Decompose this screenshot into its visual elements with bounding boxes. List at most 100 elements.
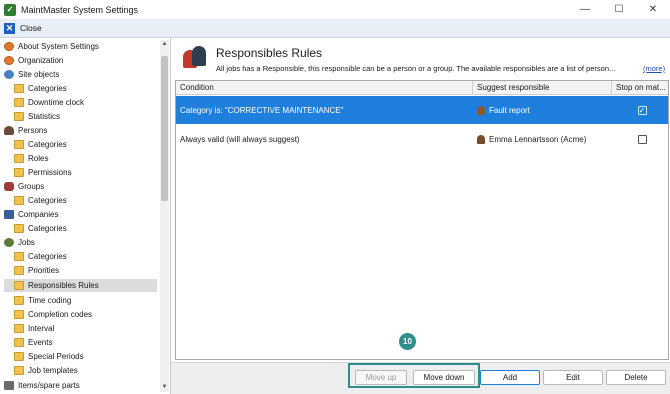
folder-icon [14,98,24,107]
tree-item-label: Site objects [18,70,60,79]
settings-tree: About System Settings Organization Site … [0,38,171,394]
column-header-condition[interactable]: Condition [176,81,473,95]
folder-icon [14,352,24,361]
page-title: Responsibles Rules [216,46,323,60]
stop-on-match-checkbox[interactable] [637,134,647,144]
tree-item-label: Events [28,338,53,347]
tree-item-persons-categories[interactable]: Categories [14,138,67,151]
tree-item-events[interactable]: Events [14,336,52,349]
add-button[interactable]: Add [480,370,540,385]
tree-item-label: Categories [28,224,67,233]
tree-item-label: Special Periods [28,352,84,361]
tree-item-label: Responsibles Rules [28,281,99,290]
tree-item-downtime-clock[interactable]: Downtime clock [14,96,84,109]
rules-grid: Condition Suggest responsible Stop on ma… [175,80,669,360]
tree-item-interval[interactable]: Interval [14,322,54,335]
tree-item-label: Jobs [18,238,35,247]
folder-icon [14,296,24,305]
tree-item-statistics[interactable]: Statistics [14,110,60,123]
tree-item-permissions[interactable]: Permissions [14,166,72,179]
delete-button[interactable]: Delete [606,370,666,385]
scrollbar-thumb[interactable] [161,56,168,201]
main-panel: Responsibles Rules All jobs has a Respon… [171,38,670,394]
condition-cell: Always valid (will always suggest) [180,134,300,144]
button-bar: Move up Move down Add Edit Delete [171,362,670,394]
tree-item-about[interactable]: About System Settings [4,40,99,53]
tree-item-roles[interactable]: Roles [14,152,48,165]
maximize-button[interactable]: ☐ [602,0,636,19]
folder-icon [14,310,24,319]
tree-item-jobs-categories[interactable]: Categories [14,250,67,263]
edit-button[interactable]: Edit [543,370,603,385]
responsible-cell: Fault report [473,96,612,124]
tree-item-label: Categories [28,196,67,205]
column-header-suggest-responsible[interactable]: Suggest responsible [473,81,612,95]
step-number-badge: 10 [399,333,416,350]
stop-cell: ✓ [612,96,668,124]
responsible-cell: Emma Lennartsson (Acme) [473,125,612,153]
folder-icon [14,338,24,347]
tree-item-priorities[interactable]: Priorities [14,264,59,277]
tree-item-time-coding[interactable]: Time coding [14,294,71,307]
grid-header: Condition Suggest responsible Stop on ma… [176,81,668,95]
tree-item-label: Categories [28,140,67,149]
app-logo-icon: ✓ [4,3,16,16]
tree-item-site-categories[interactable]: Categories [14,82,67,95]
tree-item-label: Time coding [28,296,72,305]
tree-item-label: Categories [28,84,67,93]
tree-item-label: Organization [18,56,64,65]
tree-item-special-periods[interactable]: Special Periods [14,350,84,363]
scroll-up-arrow-icon[interactable]: ▲ [160,40,169,49]
column-header-stop-on-match[interactable]: Stop on mat... [612,81,668,95]
table-row[interactable]: Category is: "CORRECTIVE MAINTENANCE" Fa… [176,96,668,124]
tree-item-job-templates[interactable]: Job templates [14,364,78,377]
tree-item-items-spare-parts[interactable]: Items/spare parts [4,379,80,392]
tree-item-companies-categories[interactable]: Categories [14,222,67,235]
tree-item-label: Items/spare parts [18,381,80,390]
tree-item-label: Companies [18,210,59,219]
gear-icon [4,56,14,65]
condition-cell: Category is: "CORRECTIVE MAINTENANCE" [180,105,344,115]
tree-item-label: Persons [18,126,48,135]
person-icon [4,126,14,135]
tree-item-groups-categories[interactable]: Categories [14,194,67,207]
folder-icon [14,252,24,261]
items-icon [4,381,14,390]
tree-item-jobs[interactable]: Jobs [4,236,35,249]
close-icon[interactable]: ✕ [4,22,15,34]
tree-item-label: Categories [28,252,67,261]
tree-item-label: Permissions [28,168,72,177]
scroll-down-arrow-icon[interactable]: ▼ [160,383,169,392]
group-icon [4,182,14,191]
jobs-icon [4,238,14,247]
folder-icon [14,168,24,177]
tree-item-label: Job templates [28,366,78,375]
tree-item-site-objects[interactable]: Site objects [4,68,59,81]
folder-icon [14,224,24,233]
folder-icon [14,84,24,93]
close-button[interactable]: Close [20,23,42,33]
minimize-button[interactable]: — [568,0,602,19]
tree-item-responsibles-rules[interactable]: Responsibles Rules [4,279,157,292]
responsible-label: Emma Lennartsson (Acme) [489,134,587,144]
tree-item-companies[interactable]: Companies [4,208,58,221]
tree-item-groups[interactable]: Groups [4,180,44,193]
tree-item-label: Roles [28,154,49,163]
tree-item-label: Priorities [28,266,60,275]
page-description: All jobs has a Responsible, this respons… [216,64,616,73]
move-down-button[interactable]: Move down [413,370,475,385]
close-window-button[interactable]: ✕ [636,0,670,19]
tree-item-completion-codes[interactable]: Completion codes [14,308,92,321]
title-bar: ✓ MaintMaster System Settings — ☐ ✕ [0,0,670,19]
table-row[interactable]: Always valid (will always suggest) Emma … [176,125,668,153]
stop-on-match-checkbox[interactable]: ✓ [637,105,647,115]
tree-item-persons[interactable]: Persons [4,124,47,137]
move-up-button[interactable]: Move up [355,370,407,385]
more-link[interactable]: (more) [643,64,665,73]
folder-icon [14,112,24,121]
tree-item-label: Interval [28,324,55,333]
tree-scrollbar[interactable]: ▲ ▼ [160,40,169,392]
tree-item-label: About System Settings [18,42,99,51]
folder-icon [14,281,24,290]
tree-item-organization[interactable]: Organization [4,54,63,67]
